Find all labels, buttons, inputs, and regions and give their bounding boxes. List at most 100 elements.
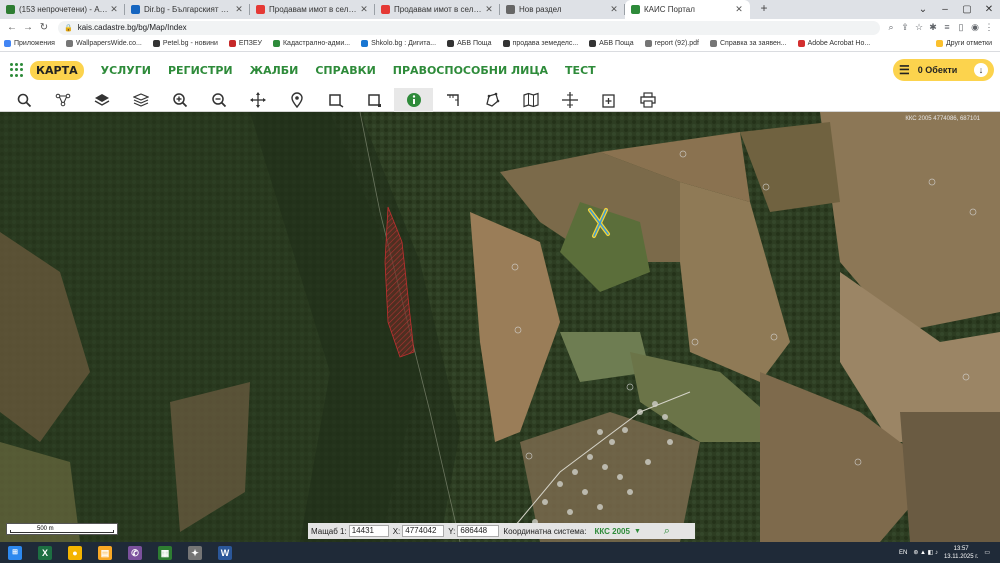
pan-icon[interactable] <box>238 88 277 112</box>
new-tab-button[interactable]: + <box>756 1 772 17</box>
bookmark-favicon-icon <box>361 40 369 47</box>
favicon-icon <box>6 5 15 14</box>
zoom-out-icon[interactable] <box>199 88 238 112</box>
explorer-icon: ▤ <box>98 545 112 560</box>
minimize-button[interactable]: – <box>934 0 956 19</box>
bookmark-label: АБВ Поща <box>599 40 634 47</box>
browser-tab[interactable]: (153 непрочетени) - АБВ поща ✕ <box>0 0 125 19</box>
language-indicator[interactable]: EN <box>899 550 907 556</box>
browser-tab[interactable]: Нов раздел ✕ <box>500 0 625 19</box>
bookmark-item[interactable]: продава земеделс... <box>502 40 578 47</box>
profile-avatar[interactable]: ◉ <box>968 22 982 33</box>
crosshair-icon[interactable] <box>550 88 589 112</box>
close-tab-icon[interactable]: ✕ <box>484 4 494 15</box>
zoom-in-icon[interactable] <box>160 88 199 112</box>
select-rect-alt-icon[interactable] <box>355 88 394 112</box>
print-icon[interactable] <box>628 88 667 112</box>
x-coordinate-input[interactable]: 4774042 <box>402 525 445 537</box>
browser-tab[interactable]: Продавам имот в село Шкорп ✕ <box>375 0 500 19</box>
select-rect-icon[interactable] <box>316 88 355 112</box>
nav-item[interactable]: ТЕСТ <box>565 64 596 77</box>
system-tray: EN ⊛ ▲ ◧ ♪ 13:57 13.11.2025 г. ▭ <box>899 545 1000 561</box>
bookmark-item[interactable]: Кадастрално-адми... <box>272 40 351 47</box>
search-icon[interactable] <box>4 88 43 112</box>
y-coordinate-input[interactable]: 686448 <box>457 525 500 537</box>
close-tab-icon[interactable]: ✕ <box>609 4 619 15</box>
forward-button[interactable]: → <box>20 22 36 33</box>
nav-item[interactable]: ПРАВОСПОСОБНИ ЛИЦА <box>393 64 548 77</box>
measure-distance-icon[interactable] <box>433 88 472 112</box>
crs-label: Координатна система: <box>503 526 587 536</box>
bookmark-favicon-icon <box>65 40 73 47</box>
objects-button[interactable]: ☰ 0 Обекти ↓ <box>893 59 994 81</box>
clock[interactable]: 13:57 13.11.2025 г. <box>944 545 978 561</box>
bookmark-item[interactable]: report (92).pdf <box>644 40 699 47</box>
bookmark-item[interactable]: Справка за заявен... <box>709 40 787 47</box>
bookmark-item[interactable]: Petel.bg - новини <box>152 40 218 47</box>
bookmark-star-icon[interactable]: ☆ <box>912 22 926 33</box>
bookmark-label: Petel.bg - новини <box>162 40 218 47</box>
zoom-icon[interactable]: ⌕ <box>884 22 898 33</box>
bookmark-item[interactable]: WallpapersWide.co... <box>65 40 142 47</box>
bookmark-item[interactable]: Приложения <box>4 40 55 47</box>
map-icon[interactable] <box>511 88 550 112</box>
taskbar-chrome[interactable]: ● <box>60 542 90 563</box>
apps-grid-icon[interactable] <box>10 63 24 77</box>
clock-time: 13:57 <box>953 545 969 552</box>
close-tab-icon[interactable]: ✕ <box>109 4 119 15</box>
marker-icon[interactable] <box>277 88 316 112</box>
chevron-down-icon[interactable]: ▼ <box>634 528 641 535</box>
taskbar-word[interactable]: W <box>210 542 240 563</box>
close-tab-icon[interactable]: ✕ <box>734 4 744 15</box>
extensions-icon[interactable]: ✱ <box>926 22 940 33</box>
other-bookmarks[interactable]: Други отметки <box>935 40 992 47</box>
coord-search-icon[interactable]: ⌕ <box>648 524 685 538</box>
tray-icons[interactable]: ⊛ ▲ ◧ ♪ <box>913 549 938 556</box>
x-label: X: <box>392 526 401 536</box>
nav-item[interactable]: УСЛУГИ <box>101 64 151 77</box>
polygon-icon[interactable] <box>472 88 511 112</box>
bookmark-label: Кадастрално-адми... <box>282 40 351 47</box>
menu-icon[interactable]: ⋮ <box>982 22 996 33</box>
maximize-button[interactable]: ▢ <box>956 0 978 19</box>
nav-item[interactable]: РЕГИСТРИ <box>168 64 233 77</box>
taskbar-viber[interactable]: ✆ <box>120 542 150 563</box>
notifications-icon[interactable]: ▭ <box>984 549 990 556</box>
browser-tab[interactable]: Dir.bg - Българският Интернет ✕ <box>125 0 250 19</box>
back-button[interactable]: ← <box>4 22 20 33</box>
tab-search-icon[interactable]: ⌄ <box>912 0 934 19</box>
share-icon[interactable]: ⇪ <box>898 22 912 33</box>
network-icon[interactable] <box>43 88 82 112</box>
other-bookmarks-label: Други отметки <box>945 40 992 47</box>
browser-tab[interactable]: Продавам имот в село Юнак - ✕ <box>250 0 375 19</box>
layers-icon[interactable] <box>82 88 121 112</box>
nav-item[interactable]: ЖАЛБИ <box>250 64 299 77</box>
reading-list-icon[interactable]: ≡ <box>940 22 954 33</box>
bookmark-item[interactable]: АБВ Поща <box>589 40 634 47</box>
taskbar-tool[interactable]: ✦ <box>180 542 210 563</box>
export-icon[interactable] <box>589 88 628 112</box>
bookmark-item[interactable]: Adobe Acrobat Ho... <box>797 40 870 47</box>
reload-button[interactable]: ↻ <box>36 22 52 33</box>
sidebar-icon[interactable]: ▯ <box>954 22 968 33</box>
crs-select[interactable]: ККС 2005 <box>594 527 629 536</box>
nav-item[interactable]: КАРТА <box>30 60 84 80</box>
bookmark-item[interactable]: Shkolo.bg : Дигита... <box>361 40 436 47</box>
taskbar-excel[interactable]: X <box>30 542 60 563</box>
taskbar-explorer[interactable]: ▤ <box>90 542 120 563</box>
bookmark-item[interactable]: ЕПЗЕУ <box>228 40 262 47</box>
close-tab-icon[interactable]: ✕ <box>359 4 369 15</box>
browser-tab[interactable]: КАИС Портал ✕ <box>625 0 750 19</box>
map-view[interactable]: ККС 2005 4774086, 687101 500 m Мащаб 1: … <box>0 112 1000 542</box>
info-icon[interactable] <box>394 87 433 112</box>
layers-stack-icon[interactable] <box>121 88 160 112</box>
start-button[interactable]: ⊞ <box>0 542 30 563</box>
close-window-button[interactable]: ✕ <box>978 0 1000 19</box>
scale-input[interactable]: 14431 <box>348 525 389 537</box>
nav-item[interactable]: СПРАВКИ <box>315 64 375 77</box>
url-field[interactable]: 🔒 kais.cadastre.bg/bg/Map/Index <box>58 20 880 35</box>
close-tab-icon[interactable]: ✕ <box>234 4 244 15</box>
bookmark-item[interactable]: АБВ Поща <box>447 40 492 47</box>
satellite-imagery[interactable] <box>0 112 1000 542</box>
taskbar-media[interactable]: ▦ <box>150 542 180 563</box>
